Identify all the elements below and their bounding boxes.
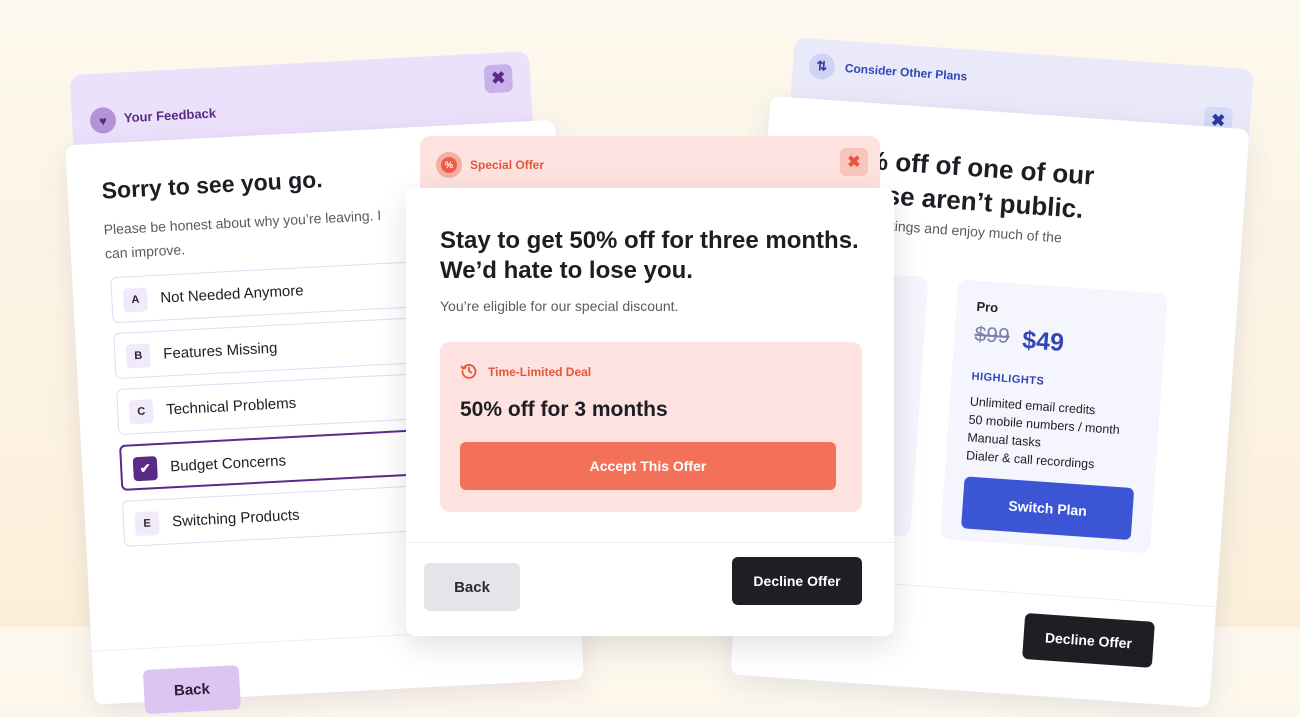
history-clock-icon [460,364,477,379]
option-label: Switching Products [171,506,300,531]
plan-name: Pro [976,298,999,316]
option-label: Not Needed Anymore [159,282,305,307]
highlights-label: HIGHLIGHTS [971,370,1045,388]
option-label: Technical Problems [165,394,297,419]
feedback-title: Sorry to see you go. [100,166,324,204]
offer-subtitle: You’re eligible for our special discount… [440,298,679,314]
switch-plan-button[interactable]: Switch Plan [961,476,1135,541]
offer-tab-label: Special Offer [470,158,545,172]
deal-box: Time-Limited Deal 50% off for 3 months A… [440,342,862,512]
swap-arrows-icon: ⇅ [808,52,836,81]
feature-list: Unlimited email credits 50 mobile number… [965,393,1121,475]
option-label: Budget Concerns [169,452,287,476]
special-offer-modal: % Special Offer ✖ Stay to get 50% off fo… [406,136,894,636]
new-price: $49 [1021,326,1065,357]
feedback-tab-label: Your Feedback [123,105,217,126]
decline-offer-button[interactable]: Decline Offer [732,557,862,605]
offer-header: % Special Offer ✖ [420,136,880,196]
back-button[interactable]: Back [424,563,520,611]
divider [406,542,894,543]
option-key: A [122,287,149,313]
plans-tab-label: Consider Other Plans [844,61,968,84]
feedback-back-button[interactable]: Back [142,665,241,715]
deal-label: Time-Limited Deal [488,365,592,379]
offer-card: Stay to get 50% off for three months. We… [406,188,894,636]
offer-title: Stay to get 50% off for three months. We… [440,227,859,284]
heart-icon: ♥ [89,106,117,135]
percent-icon: % [436,152,462,178]
plans-decline-button[interactable]: Decline Offer [1022,612,1155,668]
option-key: E [134,511,160,537]
plan-card-pro: Pro $99 $49 HIGHLIGHTS Unlimited email c… [940,279,1168,554]
old-price: $99 [973,322,1011,349]
option-key: C [128,399,154,425]
close-icon[interactable]: ✖ [483,63,514,94]
option-key: B [125,343,151,369]
check-icon: ✔ [132,456,158,482]
accept-offer-button[interactable]: Accept This Offer [460,442,836,490]
option-label: Features Missing [162,339,278,363]
deal-headline: 50% off for 3 months [460,398,668,421]
close-icon[interactable]: ✖ [840,148,868,176]
